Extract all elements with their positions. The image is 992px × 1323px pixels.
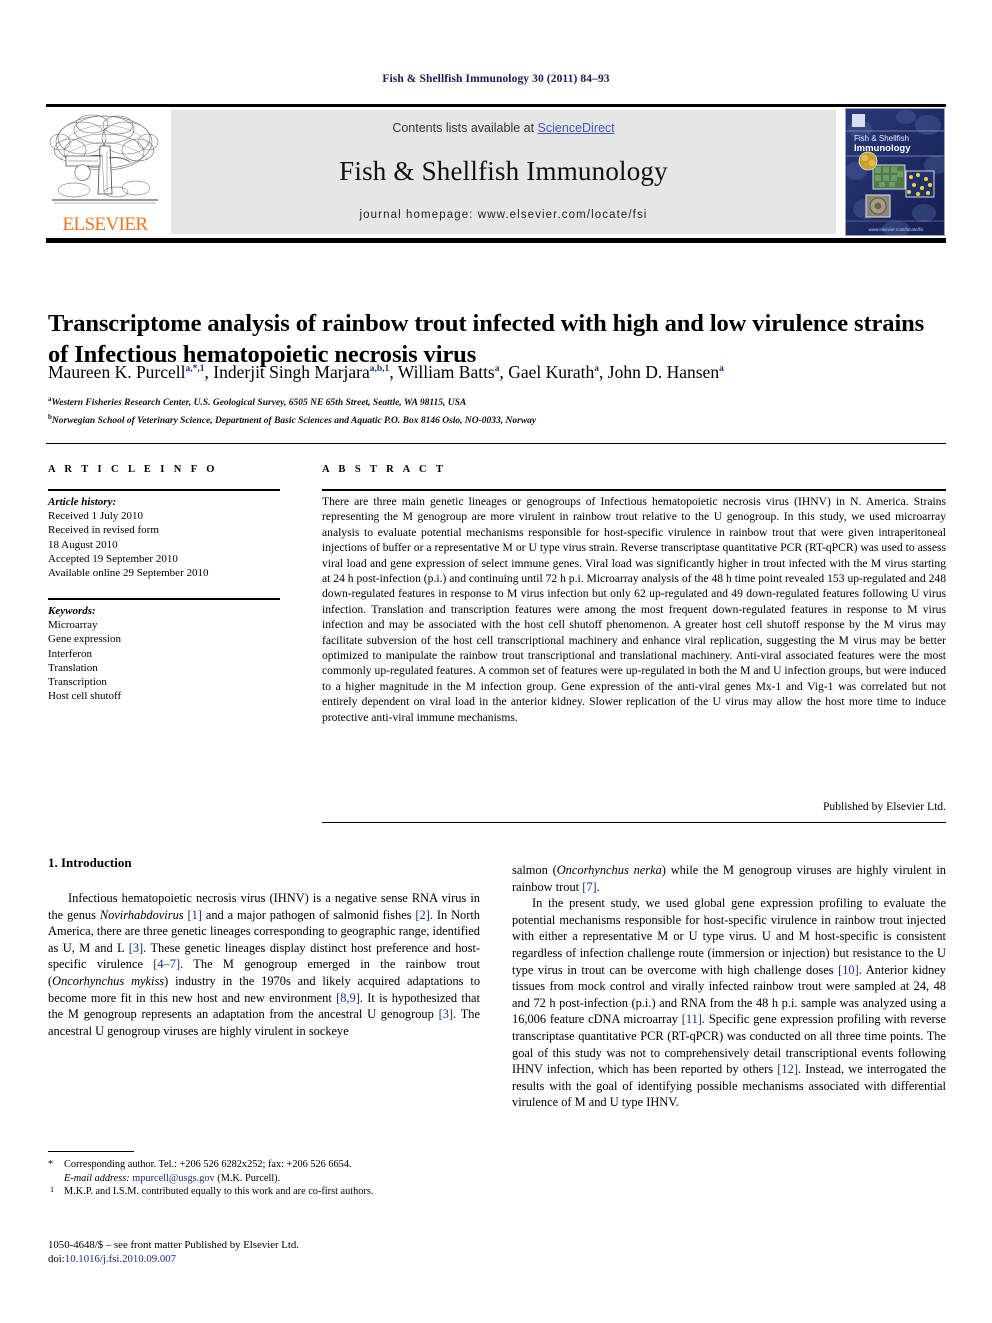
masthead-bottom-rule bbox=[46, 238, 946, 243]
history-item: Accepted 19 September 2010 bbox=[48, 552, 178, 565]
footnotes-block: * Corresponding author. Tel.: +206 526 6… bbox=[48, 1158, 480, 1199]
keywords-block: Keywords: Microarray Gene expression Int… bbox=[48, 604, 288, 703]
author-name: William Batts bbox=[397, 361, 495, 382]
article-history-label: Article history: bbox=[48, 496, 117, 508]
elsevier-wordmark: ELSEVIER bbox=[62, 214, 149, 235]
abstract-bottom-rule bbox=[322, 822, 946, 823]
keyword-item: Microarray bbox=[48, 619, 98, 632]
author-affil-marker: a bbox=[719, 364, 724, 374]
email-link[interactable]: mpurcell@usgs.gov bbox=[132, 1173, 214, 1184]
affiliation-a: aWestern Fisheries Research Center, U.S.… bbox=[48, 395, 467, 409]
author-list: Maureen K. Purcella,*,1, Inderjit Singh … bbox=[48, 361, 724, 382]
article-info-heading: A R T I C L E I N F O bbox=[48, 464, 218, 475]
sciencedirect-link[interactable]: ScienceDirect bbox=[538, 121, 615, 135]
author-name: Maureen K. Purcell bbox=[48, 361, 186, 382]
body-column-left: Infectious hematopoietic necrosis virus … bbox=[48, 890, 480, 1039]
keyword-item: Gene expression bbox=[48, 633, 122, 646]
keyword-item: Transcription bbox=[48, 676, 107, 689]
running-head: Fish & Shellfish Immunology 30 (2011) 84… bbox=[382, 73, 610, 85]
author-affil-marker: a bbox=[494, 364, 500, 374]
keywords-label: Keywords: bbox=[48, 605, 96, 617]
author-affil-marker: a,b,1 bbox=[369, 364, 390, 374]
history-item: Available online 29 September 2010 bbox=[48, 567, 209, 580]
affiliation-b: bNorwegian School of Veterinary Science,… bbox=[48, 412, 537, 426]
affiliation-list: aWestern Fisheries Research Center, U.S.… bbox=[48, 393, 946, 428]
journal-title: Fish & Shellfish Immunology bbox=[339, 156, 668, 186]
journal-article-page: Fish & Shellfish Immunology 30 (2011) 84… bbox=[0, 0, 992, 1323]
section-heading-introduction: 1. Introduction bbox=[48, 855, 132, 870]
journal-homepage-link[interactable]: journal homepage: www.elsevier.com/locat… bbox=[171, 209, 836, 221]
author-affil-marker: a,*,1 bbox=[185, 364, 205, 374]
body-column-right: salmon (Oncorhynchus nerka) while the M … bbox=[512, 862, 946, 1111]
keyword-item: Translation bbox=[48, 661, 98, 674]
author-affil-marker: a bbox=[594, 364, 600, 374]
article-history-block: Article history: Received 1 July 2010 Re… bbox=[48, 495, 288, 580]
elsevier-logo: ELSEVIER bbox=[46, 108, 164, 236]
info-abstract-divider bbox=[46, 443, 946, 444]
footnote-marker-1: 1 bbox=[50, 1185, 54, 1194]
contents-lists-prefix: Contents lists available at bbox=[392, 121, 538, 135]
paragraph: Infectious hematopoietic necrosis virus … bbox=[48, 891, 481, 1038]
keyword-item: Host cell shutoff bbox=[48, 690, 122, 703]
doi-line: doi:10.1016/j.fsi.2010.09.007 bbox=[48, 1252, 480, 1266]
abstract-rule bbox=[322, 489, 946, 491]
history-item: Received in revised form bbox=[48, 524, 159, 537]
issn-front-matter: 1050-4648/$ – see front matter Published… bbox=[48, 1239, 299, 1251]
email-label: E-mail address: bbox=[64, 1172, 130, 1184]
abstract-publisher-line: Published by Elsevier Ltd. bbox=[822, 800, 946, 813]
history-item: 18 August 2010 bbox=[48, 538, 118, 551]
doi-label: doi: bbox=[48, 1253, 65, 1265]
journal-cover-thumbnail[interactable]: Fish & Shellfish Immunology www.elsevier… bbox=[845, 108, 945, 236]
paragraph: In the present study, we used global gen… bbox=[512, 896, 947, 1110]
email-owner: (M.K. Purcell). bbox=[217, 1172, 281, 1184]
journal-banner: Contents lists available at ScienceDirec… bbox=[171, 110, 836, 234]
abstract-text: There are three main genetic lineages or… bbox=[322, 495, 946, 724]
keywords-rule bbox=[48, 598, 280, 600]
author-name: Gael Kurath bbox=[508, 361, 595, 382]
author-name: John D. Hansen bbox=[607, 361, 720, 382]
footnote-divider bbox=[48, 1151, 134, 1152]
contents-lists-line: Contents lists available at ScienceDirec… bbox=[171, 121, 836, 135]
journal-masthead: ELSEVIER Contents lists available at Sci… bbox=[46, 108, 946, 236]
footnote-corresponding-author: * Corresponding author. Tel.: +206 526 6… bbox=[48, 1159, 352, 1184]
article-info-rule bbox=[48, 489, 280, 491]
masthead-top-rule bbox=[46, 104, 946, 107]
history-item: Received 1 July 2010 bbox=[48, 510, 144, 523]
footnote-equal-contribution: 1 M.K.P. and I.S.M. contributed equally … bbox=[50, 1185, 374, 1197]
asterisk-marker: * bbox=[48, 1159, 53, 1170]
imprint-block: 1050-4648/$ – see front matter Published… bbox=[48, 1238, 480, 1266]
paragraph: salmon (Oncorhynchus nerka) while the M … bbox=[512, 863, 946, 894]
author-name: Inderjit Singh Marjara bbox=[213, 361, 370, 382]
svg-text:Immunology: Immunology bbox=[854, 143, 911, 154]
keyword-item: Interferon bbox=[48, 647, 92, 660]
doi-value[interactable]: 10.1016/j.fsi.2010.09.007 bbox=[65, 1253, 176, 1265]
svg-text:www.elsevier.com/locate/fsi: www.elsevier.com/locate/fsi bbox=[869, 227, 924, 232]
svg-text:Fish & Shellfish: Fish & Shellfish bbox=[854, 134, 909, 143]
abstract-heading: A B S T R A C T bbox=[322, 464, 447, 475]
